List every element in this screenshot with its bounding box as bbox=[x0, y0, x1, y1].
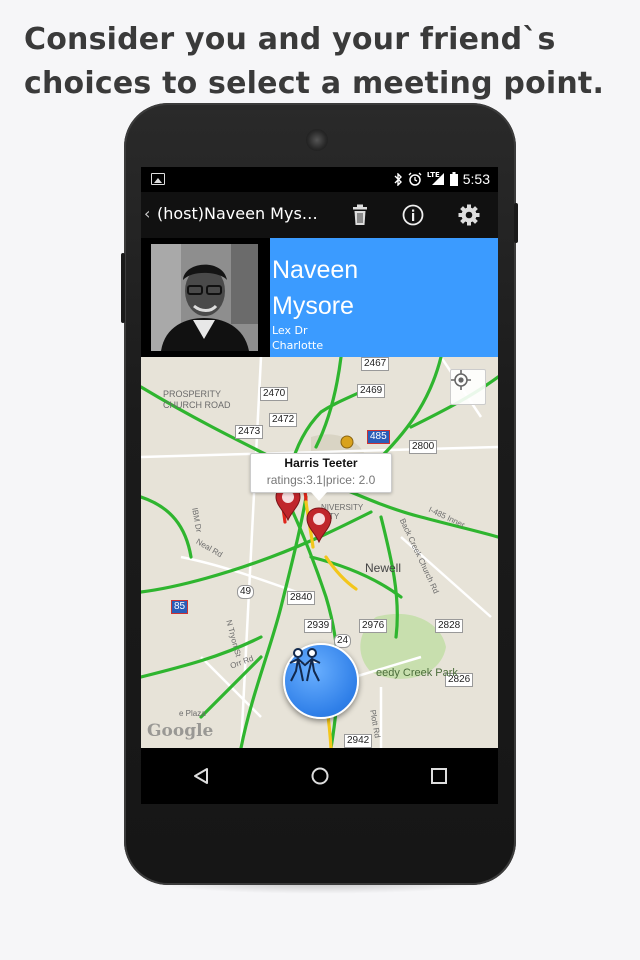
road-label-2800: 2800 bbox=[409, 440, 438, 454]
profile-card: Naveen Mysore Lex Dr Charlotte bbox=[270, 238, 498, 357]
info-button[interactable] bbox=[400, 202, 426, 228]
lte-label: LTE bbox=[426, 171, 440, 179]
settings-icon bbox=[458, 204, 480, 226]
meeting-pin-2[interactable] bbox=[306, 507, 332, 543]
info-icon bbox=[402, 204, 424, 226]
settings-button[interactable] bbox=[456, 202, 482, 228]
google-watermark: Google bbox=[147, 721, 214, 741]
home-nav-icon bbox=[311, 767, 328, 785]
road-label-85: 85 bbox=[171, 600, 189, 614]
headline: Consider you and your friend`s choices t… bbox=[24, 18, 624, 106]
place-info-window[interactable]: Harris Teeter ratings:3.1|price: 2.0 bbox=[250, 453, 392, 501]
place-label-newell: Newell bbox=[365, 561, 402, 575]
road-label-2467: 2467 bbox=[361, 357, 390, 371]
road-label-2939: 2939 bbox=[304, 619, 333, 633]
status-time: 5:53 bbox=[462, 171, 490, 187]
road-label-2828: 2828 bbox=[435, 619, 464, 633]
conversation-title[interactable]: (host)Naveen Mys… bbox=[157, 204, 327, 223]
place-label-reedy-creek: eedy Creek Park bbox=[376, 667, 458, 679]
status-bar: LTE 5:53 bbox=[141, 167, 498, 192]
friends-icon bbox=[289, 648, 321, 682]
image-icon bbox=[151, 173, 165, 185]
headline-line-1: Consider you and your friend`s bbox=[24, 22, 556, 57]
friend-profile[interactable]: Naveen Mysore Lex Dr Charlotte bbox=[141, 238, 498, 357]
bluetooth-icon bbox=[394, 172, 402, 186]
place-label-church-road: CHURCH ROAD bbox=[163, 400, 231, 410]
power-button bbox=[514, 203, 518, 243]
road-label-2942: 2942 bbox=[344, 734, 373, 748]
my-location-button[interactable] bbox=[450, 369, 486, 405]
street-address: Lex Dr bbox=[272, 324, 308, 337]
headline-line-2: choices to select a meeting point. bbox=[24, 66, 605, 101]
road-label-2840: 2840 bbox=[287, 591, 316, 605]
recents-nav-icon bbox=[430, 768, 447, 784]
road-label-485: 485 bbox=[367, 430, 390, 444]
city: Charlotte bbox=[272, 339, 324, 352]
road-label-2469: 2469 bbox=[357, 384, 386, 398]
action-bar: ‹ (host)Naveen Mys… bbox=[141, 192, 498, 238]
back-nav-icon bbox=[193, 768, 208, 784]
battery-icon bbox=[449, 172, 458, 186]
nav-back-button[interactable] bbox=[181, 756, 221, 796]
avatar bbox=[151, 244, 258, 351]
place-label-prosperity: PROSPERITY bbox=[163, 389, 222, 399]
alarm-icon bbox=[408, 172, 422, 186]
delete-button[interactable] bbox=[347, 202, 373, 228]
first-name: Naveen bbox=[272, 256, 359, 284]
place-details: ratings:3.1|price: 2.0 bbox=[266, 473, 376, 487]
road-label-2470: 2470 bbox=[260, 387, 289, 401]
road-label-2472: 2472 bbox=[269, 413, 298, 427]
last-name: Mysore bbox=[272, 292, 354, 320]
delete-icon bbox=[353, 204, 367, 225]
road-label-2976: 2976 bbox=[359, 619, 388, 633]
road-label-49: 49 bbox=[237, 585, 255, 599]
user-location-marker[interactable] bbox=[338, 434, 356, 454]
crosshair-icon bbox=[451, 370, 471, 390]
nav-recents-button[interactable] bbox=[419, 756, 459, 796]
volume-button bbox=[121, 253, 125, 323]
meet-friends-button[interactable] bbox=[283, 643, 359, 719]
nav-home-button[interactable] bbox=[300, 756, 340, 796]
map-view[interactable]: 2467 2470 2469 2472 485 2473 2800 85 49 … bbox=[141, 357, 498, 748]
front-camera bbox=[306, 129, 328, 151]
back-chevron-icon[interactable]: ‹ bbox=[144, 204, 150, 223]
street-label-plaza: e Plaza bbox=[179, 709, 206, 718]
phone-screen: LTE 5:53 ‹ (host)Naveen Mys… Naveen Myso… bbox=[141, 167, 498, 804]
navigation-bar bbox=[141, 748, 498, 804]
road-label-2473: 2473 bbox=[235, 425, 264, 439]
place-name: Harris Teeter bbox=[284, 456, 358, 470]
friend-name: Naveen Mysore bbox=[272, 252, 358, 324]
